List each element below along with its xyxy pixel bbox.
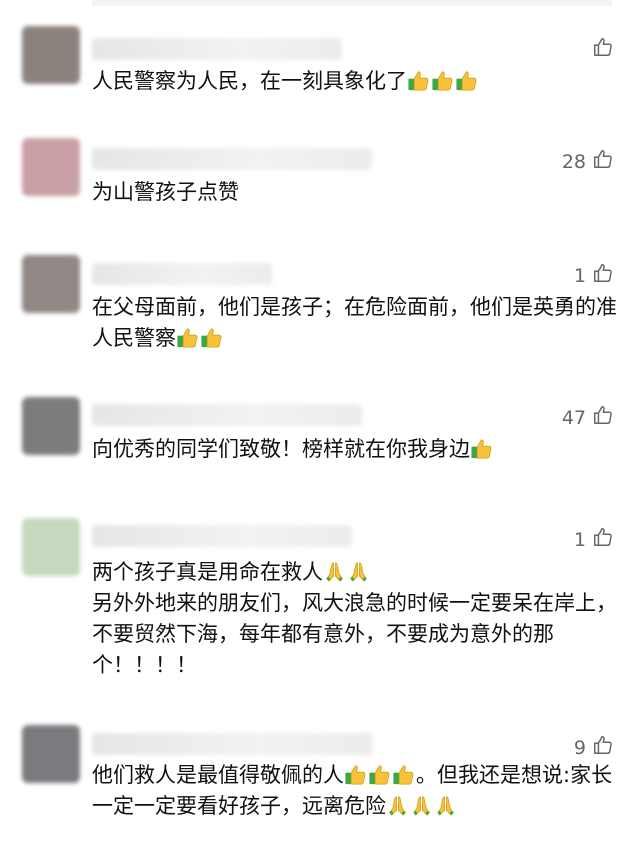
comment-text-segment: 两个孩子真是用命在救人 [92,560,323,584]
username-blurred[interactable] [92,404,362,426]
comment-feed: 人民警察为人民，在一刻具象化了 28 为山警孩子点赞 1 在父母面前，他们是孩子… [0,0,640,850]
folded-hands-emoji-icon [434,794,458,818]
thumbs-up-emoji-icon [200,326,224,350]
comment-text: 为山警孩子点赞 [92,177,626,208]
thumbs-up-outline-icon [592,526,614,553]
username-blurred[interactable] [92,148,372,170]
avatar[interactable] [22,255,80,313]
comment-text: 两个孩子真是用命在救人另外外地来的朋友们，风大浪急的时候一定要呆在岸上，不要贸然… [92,557,626,681]
username-blurred[interactable] [92,733,372,755]
username-blurred[interactable] [92,263,272,285]
like-button[interactable] [586,36,614,63]
comment-text-segment: 他们救人是最值得敬佩的人 [92,763,344,787]
thumbs-up-outline-icon [592,148,614,175]
like-button[interactable]: 47 [562,404,614,431]
comment-text: 在父母面前，他们是孩子；在危险面前，他们是英勇的准人民警察 [92,292,626,354]
folded-hands-emoji-icon [410,794,434,818]
previous-comment-edge [92,0,612,6]
thumbs-up-outline-icon [592,404,614,431]
folded-hands-emoji-icon [323,560,347,584]
comment-text: 向优秀的同学们致敬！榜样就在你我身边 [92,434,626,465]
thumbs-up-emoji-icon [455,69,479,93]
like-count: 9 [573,736,586,759]
avatar[interactable] [22,725,80,783]
like-button[interactable]: 1 [574,526,614,553]
like-count: 1 [573,264,586,287]
username-blurred[interactable] [92,525,352,547]
thumbs-up-emoji-icon [470,437,494,461]
thumbs-up-outline-icon [592,36,614,63]
like-button[interactable]: 28 [562,148,614,175]
avatar[interactable] [22,397,80,455]
like-button[interactable]: 9 [574,734,614,761]
avatar[interactable] [22,518,80,576]
thumbs-up-emoji-icon [368,763,392,787]
folded-hands-emoji-icon [347,560,371,584]
like-button[interactable]: 1 [574,262,614,289]
like-count: 47 [561,406,586,429]
comment-text-segment: 为山警孩子点赞 [92,180,239,204]
comment-text: 人民警察为人民，在一刻具象化了 [92,66,626,97]
folded-hands-emoji-icon [386,794,410,818]
username-blurred[interactable] [92,38,342,60]
comment-text-segment: 向优秀的同学们致敬！榜样就在你我身边 [92,437,470,461]
avatar[interactable] [22,138,80,196]
like-count: 28 [561,150,586,173]
thumbs-up-outline-icon [592,262,614,289]
thumbs-up-outline-icon [592,734,614,761]
thumbs-up-emoji-icon [407,69,431,93]
comment-text: 他们救人是最值得敬佩的人 。但我还是想说:家长一定一定要看好孩子，远离危险 [92,760,626,822]
thumbs-up-emoji-icon [431,69,455,93]
avatar[interactable] [22,26,80,84]
thumbs-up-emoji-icon [344,763,368,787]
like-count: 1 [573,528,586,551]
thumbs-up-emoji-icon [392,763,416,787]
comment-text-segment: 在父母面前，他们是孩子；在危险面前，他们是英勇的准人民警察 [92,295,617,350]
comment-text-segment: 另外外地来的朋友们，风大浪急的时候一定要呆在岸上，不要贸然下海，每年都有意外，不… [92,591,617,677]
thumbs-up-emoji-icon [176,326,200,350]
comment-text-segment: 人民警察为人民，在一刻具象化了 [92,69,407,93]
